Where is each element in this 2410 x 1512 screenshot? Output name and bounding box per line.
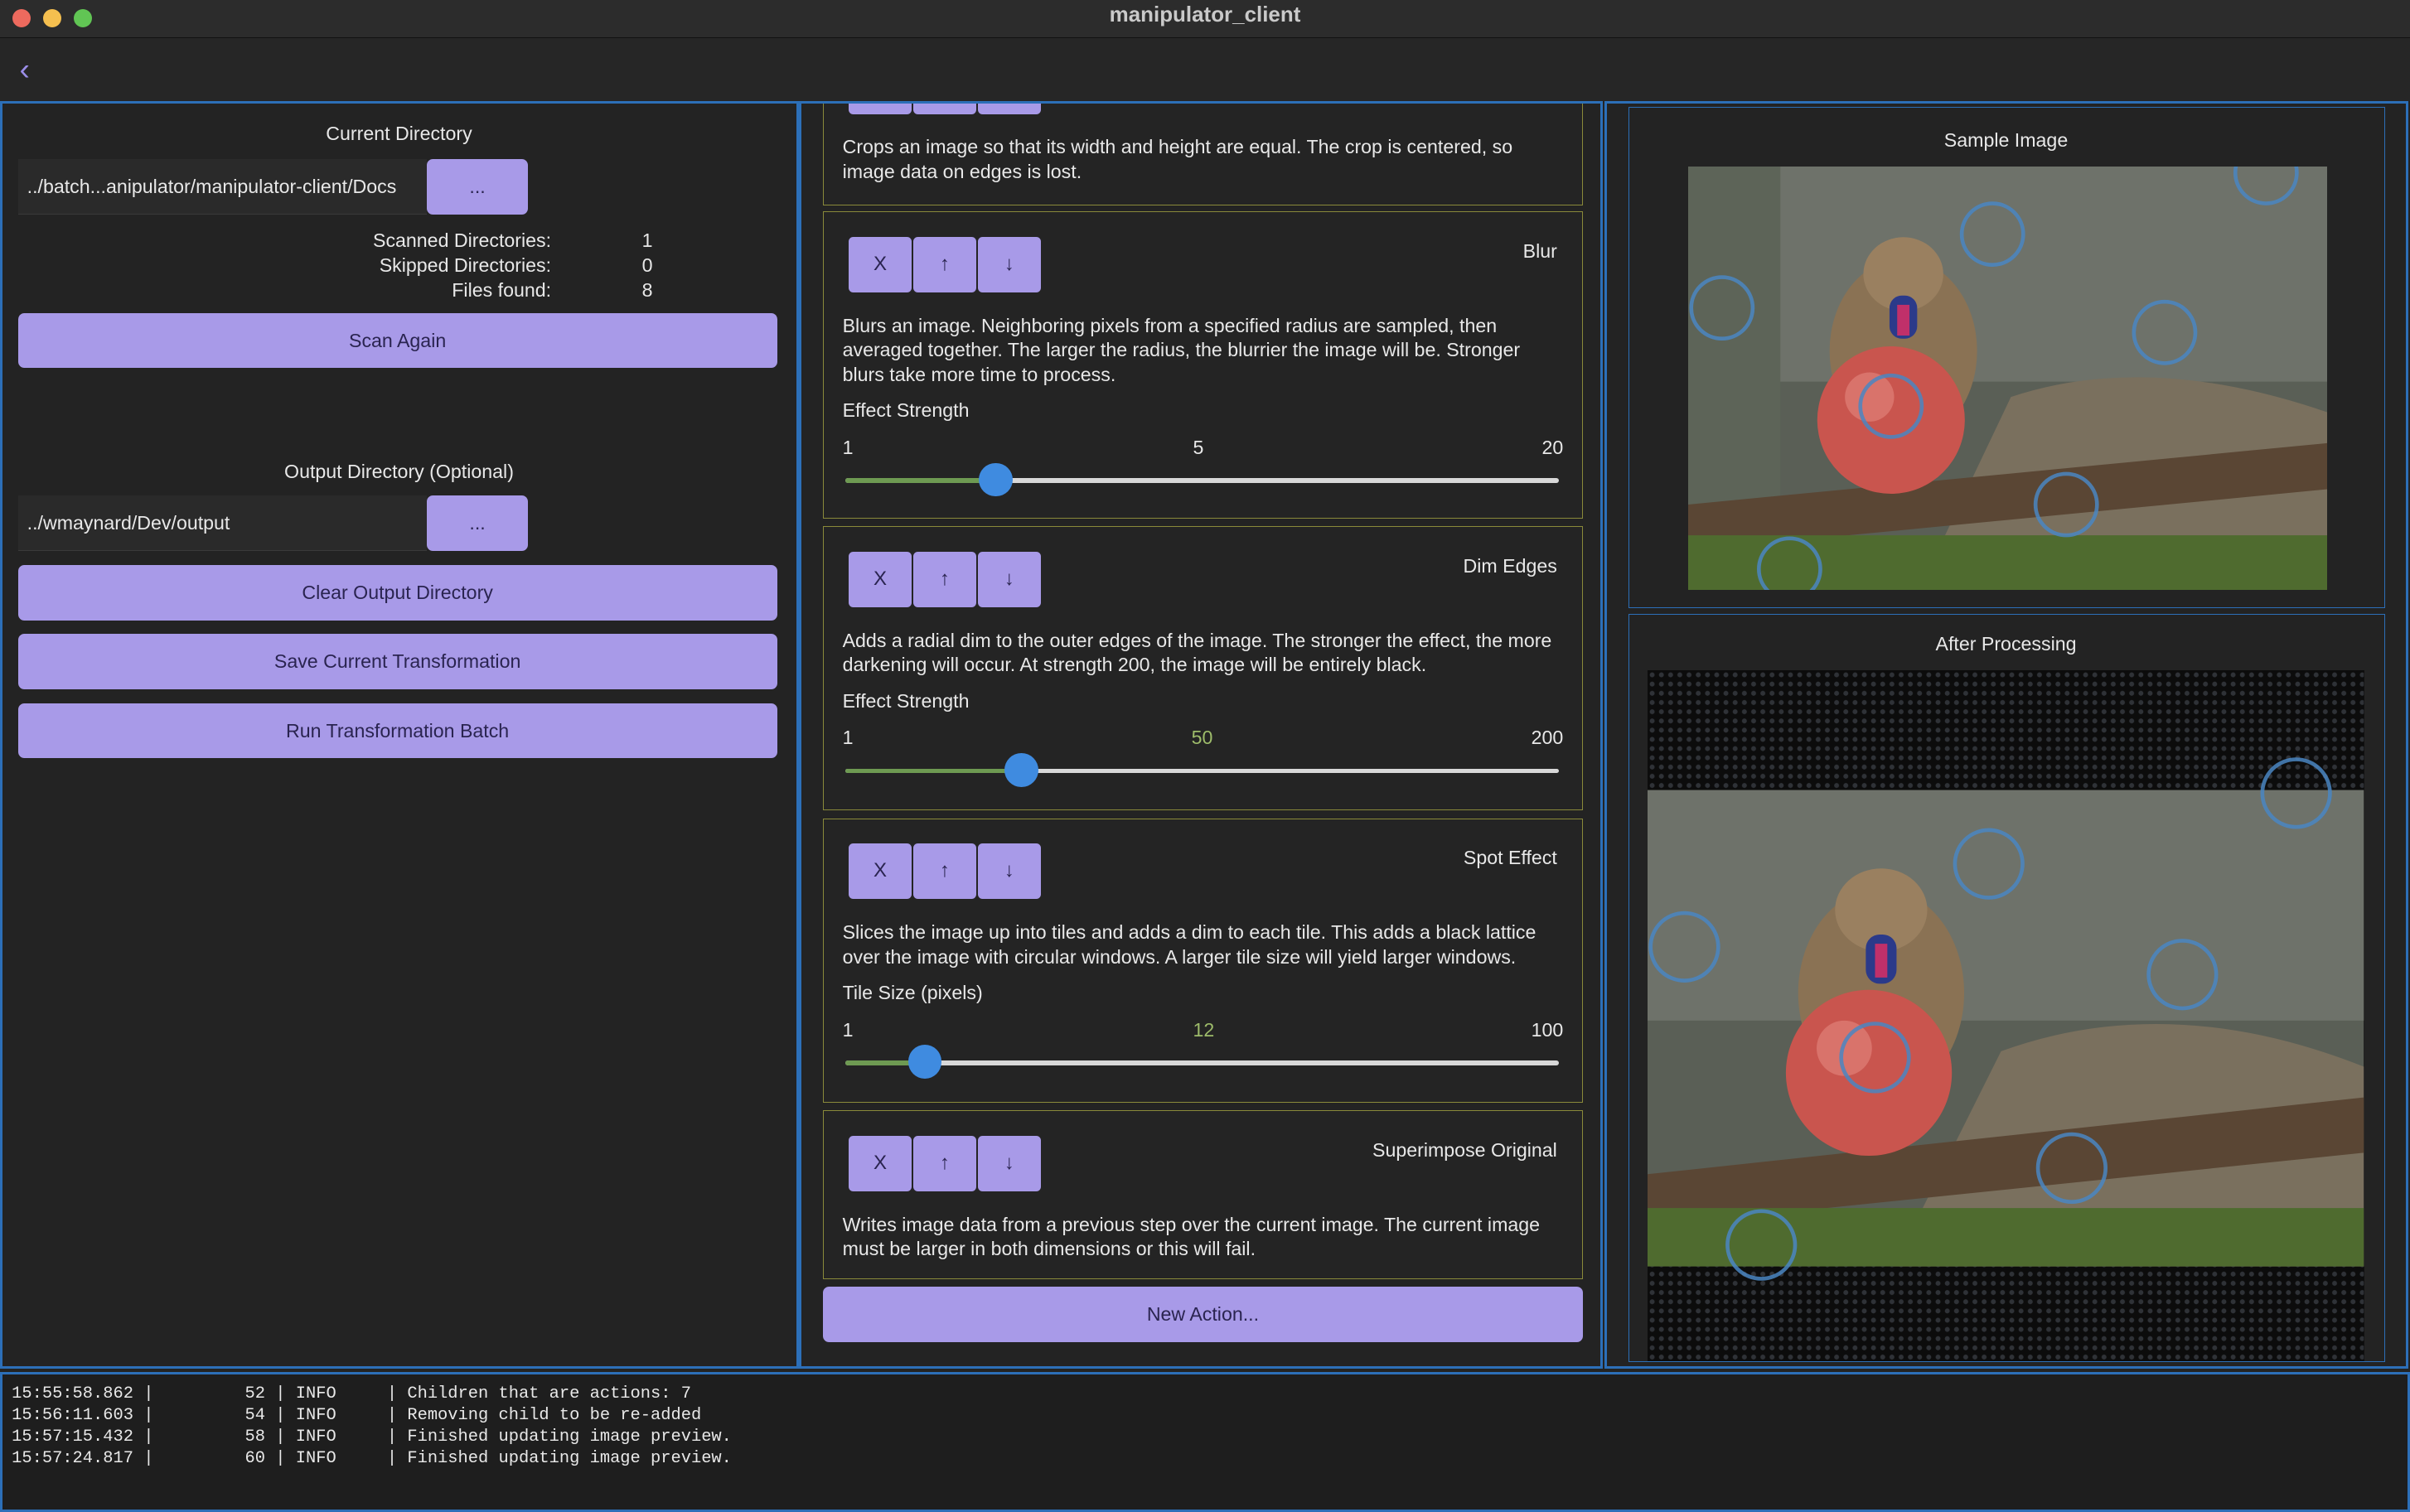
slider-max: 100 — [1531, 1018, 1564, 1041]
slider-min: 1 — [842, 436, 854, 458]
sample-image-frame: Sample Image — [1628, 107, 2385, 608]
move-down-button[interactable]: ↓ — [977, 552, 1041, 607]
files-found-value: 8 — [641, 278, 653, 301]
back-arrow-icon[interactable]: ‹ — [9, 53, 40, 85]
action-card-blur: X ↑ ↓ Blur Blurs an image. Neighboring p… — [823, 211, 1583, 519]
action-controls: X ↑ ↓ — [849, 552, 1043, 607]
actions-panel: Crops an image so that its width and hei… — [799, 101, 1604, 1369]
action-controls: X ↑ ↓ — [849, 843, 1043, 900]
move-up-button[interactable]: ↑ — [912, 1135, 976, 1191]
action-description: Adds a radial dim to the outer edges of … — [842, 629, 1552, 676]
log-console[interactable]: 15:55:58.862 | 52 | INFO | Children that… — [0, 1372, 2410, 1512]
move-up-button[interactable] — [912, 104, 976, 114]
save-current-transformation-button[interactable]: Save Current Transformation — [17, 634, 777, 689]
move-up-button[interactable]: ↑ — [912, 552, 976, 607]
action-title: Superimpose Original — [1372, 1138, 1557, 1161]
log-line: 15:57:15.432 | 58 | INFO | Finished upda… — [12, 1427, 732, 1447]
action-controls: X ↑ ↓ — [849, 1135, 1043, 1191]
current-directory-label: Current Directory — [326, 122, 472, 144]
move-up-button[interactable]: ↑ — [912, 236, 976, 292]
move-down-button[interactable] — [977, 104, 1041, 114]
slider-value: 5 — [1193, 436, 1204, 458]
log-line: 15:56:11.603 | 54 | INFO | Removing chil… — [12, 1406, 702, 1426]
skipped-directories-label: Skipped Directories: — [379, 254, 552, 277]
action-description: Slices the image up into tiles and adds … — [842, 921, 1536, 968]
slider-track[interactable] — [845, 462, 1559, 497]
action-card-spot-effect: X ↑ ↓ Spot Effect Slices the image up in… — [823, 818, 1583, 1103]
move-down-button[interactable]: ↓ — [977, 1135, 1041, 1191]
current-directory-field[interactable]: ../batch...anipulator/manipulator-client… — [17, 159, 427, 215]
scanned-directories-value: 1 — [641, 229, 653, 252]
slider-track[interactable] — [845, 753, 1559, 787]
action-card-superimpose-original: X ↑ ↓ Superimpose Original Writes image … — [823, 1110, 1583, 1280]
action-card-dim-edges: X ↑ ↓ Dim Edges Adds a radial dim to the… — [823, 526, 1583, 811]
log-line: 15:57:24.817 | 60 | INFO | Finished upda… — [12, 1449, 732, 1469]
log-lines: 15:55:58.862 | 52 | INFO | Children that… — [12, 1384, 732, 1470]
slider-max: 200 — [1531, 727, 1564, 749]
directory-panel: Current Directory ../batch...anipulator/… — [0, 101, 800, 1369]
remove-action-button[interactable]: X — [849, 1135, 912, 1191]
remove-action-button[interactable]: X — [849, 843, 912, 900]
action-description: Blurs an image. Neighboring pixels from … — [842, 314, 1521, 385]
slider-fill — [845, 478, 996, 483]
slider-thumb[interactable] — [1004, 753, 1038, 787]
slider-value: 50 — [1191, 727, 1213, 749]
action-description: Writes image data from a previous step o… — [842, 1213, 1541, 1260]
slider-min: 1 — [842, 1018, 854, 1041]
browse-output-directory-button[interactable]: ... — [426, 495, 529, 552]
action-title: Blur — [1522, 239, 1557, 262]
action-title: Dim Edges — [1463, 554, 1557, 577]
preview-panel: Sample Image After Processing — [1604, 101, 2409, 1369]
output-directory-label: Output Directory (Optional) — [284, 460, 514, 482]
slider-label: Effect Strength — [842, 399, 970, 422]
title-bar: manipulator_client — [0, 0, 2410, 38]
sample-image-title: Sample Image — [1943, 129, 2069, 152]
remove-action-button[interactable]: X — [849, 236, 912, 292]
run-transformation-batch-button[interactable]: Run Transformation Batch — [17, 703, 777, 759]
action-controls: X ↑ ↓ — [849, 236, 1043, 292]
remove-action-button[interactable] — [849, 104, 912, 114]
slider-min: 1 — [842, 727, 854, 749]
move-down-button[interactable]: ↓ — [977, 236, 1041, 292]
after-processing-title: After Processing — [1935, 633, 2077, 655]
remove-action-button[interactable]: X — [849, 552, 912, 607]
action-card-crop: Crops an image so that its width and hei… — [823, 104, 1583, 205]
scan-again-button[interactable]: Scan Again — [17, 312, 777, 369]
slider-label: Effect Strength — [842, 689, 970, 712]
output-directory-field[interactable]: ../wmaynard/Dev/output — [17, 495, 427, 552]
slider-label: Tile Size (pixels) — [842, 982, 983, 1004]
slider-fill — [845, 768, 1022, 774]
slider-max: 20 — [1541, 436, 1564, 458]
browse-current-directory-button[interactable]: ... — [426, 159, 529, 215]
app-bar: ‹ — [0, 38, 2410, 102]
clear-output-directory-button[interactable]: Clear Output Directory — [17, 564, 777, 621]
move-down-button[interactable]: ↓ — [977, 843, 1041, 900]
new-action-button[interactable]: New Action... — [823, 1287, 1583, 1343]
sample-image — [1687, 166, 2328, 591]
scanned-directories-label: Scanned Directories: — [372, 229, 552, 252]
slider-thumb[interactable] — [979, 462, 1013, 497]
skipped-directories-value: 0 — [641, 254, 653, 277]
slider-thumb[interactable] — [907, 1045, 942, 1080]
action-description: Crops an image so that its width and hei… — [842, 136, 1513, 183]
log-line: 15:55:58.862 | 52 | INFO | Children that… — [12, 1384, 691, 1404]
after-processing-image — [1648, 669, 2364, 1362]
action-title: Spot Effect — [1463, 847, 1557, 869]
window-title: manipulator_client — [1109, 1, 1301, 27]
slider-track[interactable] — [845, 1045, 1559, 1080]
move-up-button[interactable]: ↑ — [912, 843, 976, 900]
crop-controls — [849, 104, 1043, 114]
slider-value: 12 — [1193, 1018, 1215, 1041]
after-processing-frame: After Processing — [1628, 614, 2385, 1363]
files-found-label: Files found: — [452, 278, 552, 301]
